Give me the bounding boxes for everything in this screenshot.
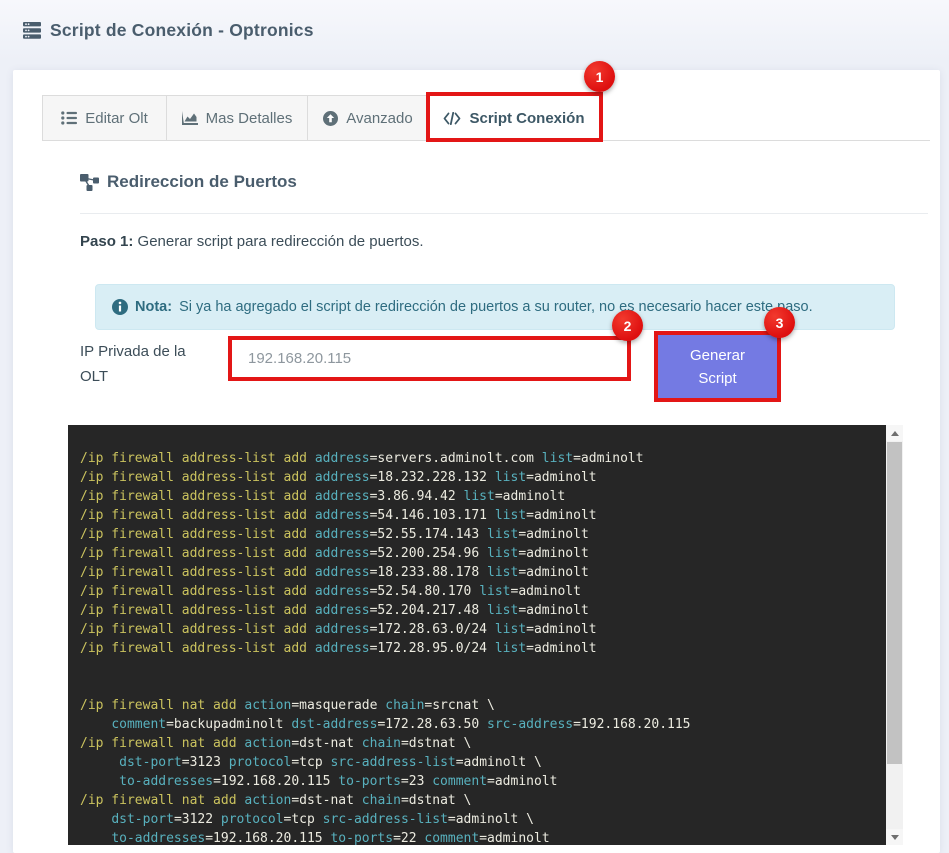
step-instruction: Paso 1: Generar script para redirección … <box>80 233 424 250</box>
section-title: Redireccion de Puertos <box>80 172 297 192</box>
step-label: Paso 1: <box>80 233 133 250</box>
scrollbar-thumb[interactable] <box>887 442 902 764</box>
server-icon <box>23 22 41 39</box>
annotation-rect-input <box>228 336 631 381</box>
chart-area-icon <box>182 111 198 125</box>
tab-label: Avanzado <box>346 110 412 127</box>
info-icon <box>112 299 128 315</box>
code-icon <box>443 112 461 125</box>
page-title-text: Script de Conexión - Optronics <box>50 20 314 41</box>
annotation-badge-2: 2 <box>612 310 643 341</box>
network-nodes-icon <box>80 174 99 191</box>
list-icon <box>61 111 77 125</box>
note-label: Nota: <box>135 299 172 315</box>
tab-avanzado[interactable]: Avanzado <box>307 95 429 141</box>
page-title: Script de Conexión - Optronics <box>23 20 314 41</box>
scroll-down-arrow[interactable] <box>886 829 903 845</box>
tab-label: Mas Detalles <box>206 110 293 127</box>
scrollbar[interactable] <box>886 425 903 845</box>
section-title-text: Redireccion de Puertos <box>107 172 297 192</box>
arrow-circle-up-icon <box>323 111 338 126</box>
script-code: /ip firewall address-list add address=se… <box>80 449 883 845</box>
tab-bar: Editar Olt Mas Detalles Avanzado Sc <box>42 95 600 141</box>
generate-script-button[interactable]: Generar Script <box>658 335 777 398</box>
tab-script-conexion[interactable]: Script Conexión <box>428 95 600 142</box>
script-output-area[interactable]: /ip firewall address-list add address=se… <box>68 425 903 845</box>
ip-input[interactable] <box>232 340 627 377</box>
annotation-badge-3: 3 <box>764 307 795 338</box>
tab-label: Script Conexión <box>469 110 584 127</box>
scroll-up-arrow[interactable] <box>886 425 903 441</box>
tab-editar-olt[interactable]: Editar Olt <box>42 95 167 141</box>
tab-label: Editar Olt <box>85 110 148 127</box>
annotation-rect-button: Generar Script <box>654 331 781 402</box>
section-divider <box>80 213 928 214</box>
tab-mas-detalles[interactable]: Mas Detalles <box>166 95 308 141</box>
note-text: Si ya ha agregado el script de redirecci… <box>179 299 813 315</box>
ip-field-label: IP Privada de la OLT <box>80 339 205 389</box>
step-text: Generar script para redirección de puert… <box>133 233 423 250</box>
annotation-badge-1: 1 <box>584 61 615 92</box>
